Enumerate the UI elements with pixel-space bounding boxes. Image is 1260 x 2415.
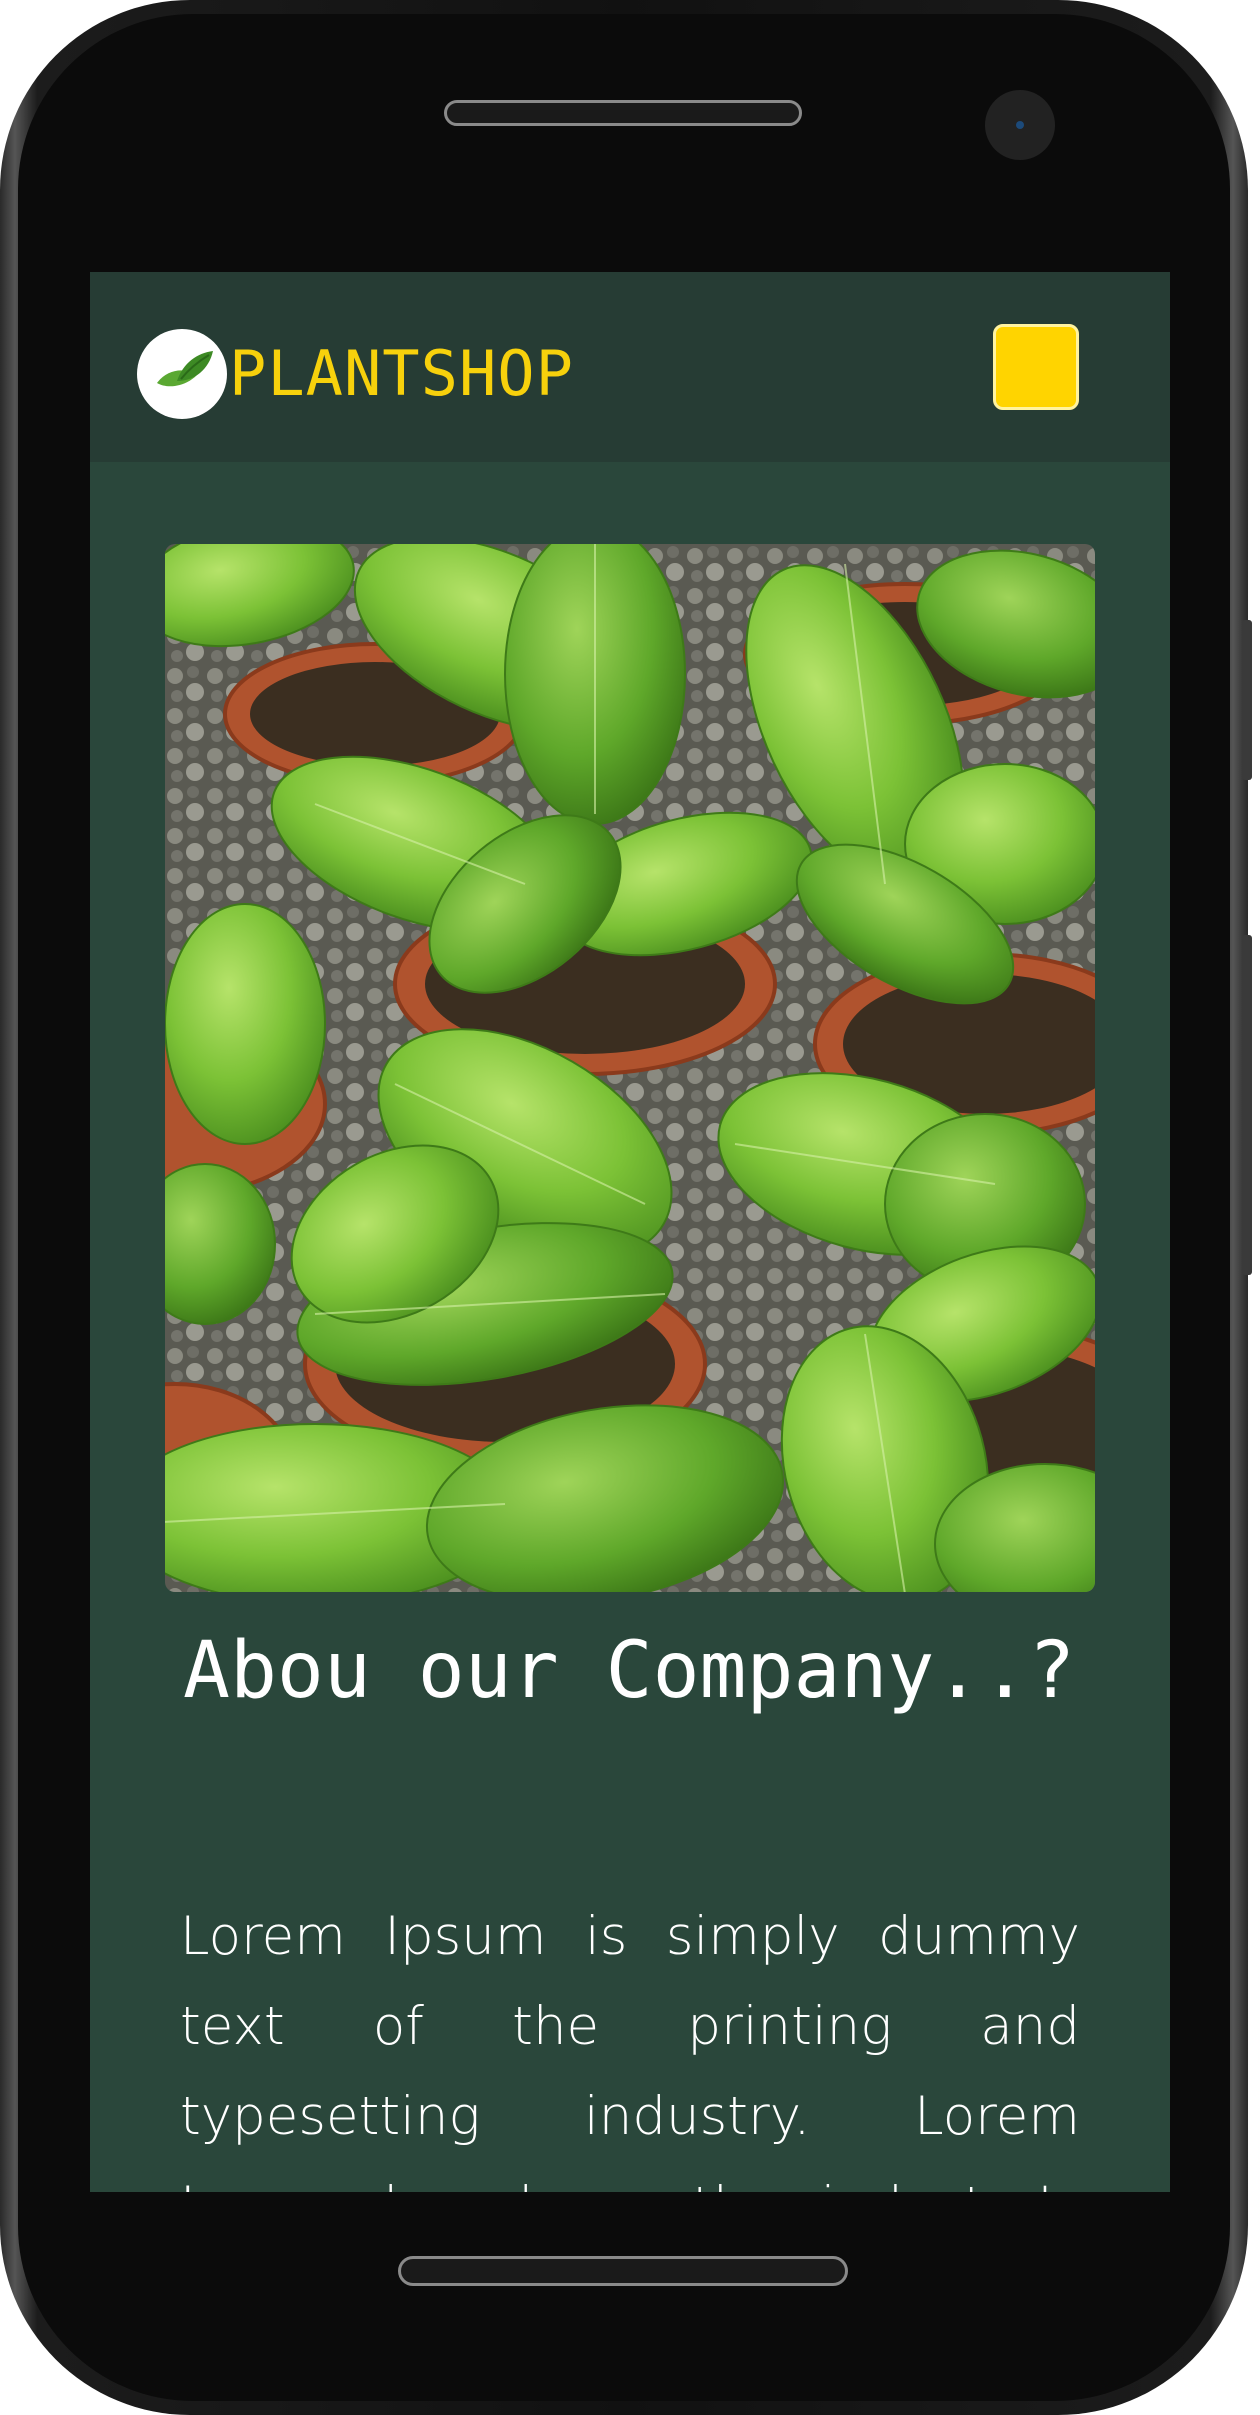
hero-image xyxy=(165,544,1095,1592)
site-header: PLANTSHOP xyxy=(90,272,1170,462)
front-camera-icon xyxy=(985,90,1055,160)
power-button xyxy=(1242,935,1252,1275)
about-title: Abou our Company..? xyxy=(183,1626,1076,1716)
brand-name[interactable]: PLANTSHOP xyxy=(229,329,574,419)
earpiece-speaker xyxy=(444,100,802,126)
phone-frame: PLANTSHOP Abou our Company..? Lorem Ipsu… xyxy=(0,0,1252,2415)
screen: PLANTSHOP Abou our Company..? Lorem Ipsu… xyxy=(90,272,1170,2192)
volume-button xyxy=(1242,620,1252,780)
menu-button[interactable] xyxy=(993,324,1079,410)
about-body: Lorem Ipsum is simply dummy text of the … xyxy=(180,1906,1080,2192)
leaf-logo-icon[interactable] xyxy=(137,329,227,419)
bottom-speaker xyxy=(398,2256,848,2286)
